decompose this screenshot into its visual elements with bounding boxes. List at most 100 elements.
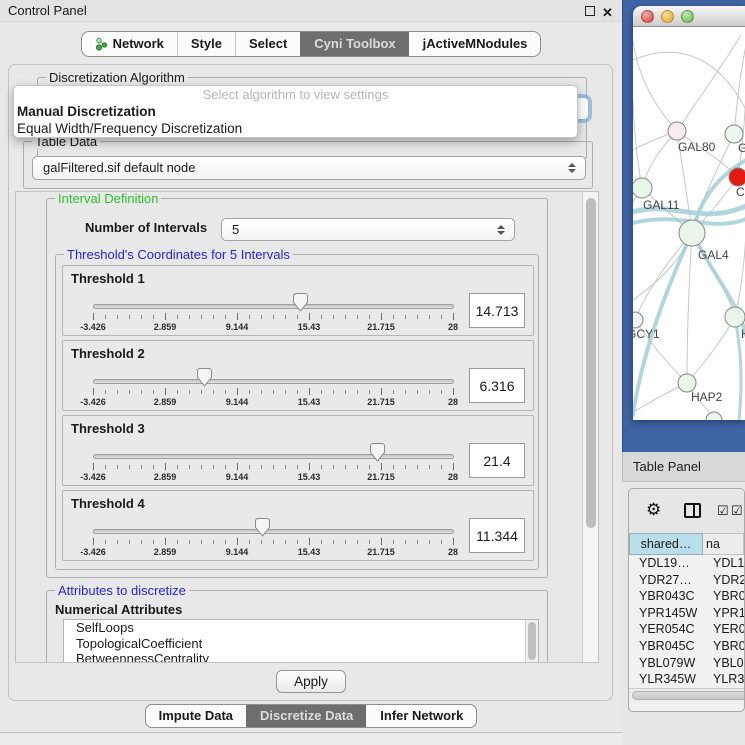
attribute-list-item[interactable]: BetweennessCentrality bbox=[64, 651, 538, 662]
table-panel-titlebar: Table Panel bbox=[622, 452, 745, 482]
slider-minor-ticks bbox=[93, 540, 455, 544]
group-title: Attributes to discretize bbox=[55, 583, 189, 598]
network-node[interactable] bbox=[633, 312, 643, 328]
slider-thumb[interactable] bbox=[370, 443, 385, 462]
slider-tick-label: 2.859 bbox=[154, 472, 177, 482]
tab-infer-network[interactable]: Infer Network bbox=[366, 705, 476, 727]
table-row[interactable]: YER054CYER0… bbox=[629, 621, 744, 638]
threshold-label: Threshold 1 bbox=[71, 271, 145, 286]
table-row[interactable]: YDR27…YDR2… bbox=[629, 572, 744, 589]
dropdown-option-manual[interactable]: Manual Discretization bbox=[14, 103, 577, 120]
table-panel-area: ⚙ ☑ ☑ shared… na YDL19…YDL1…YDR27…YDR2…Y… bbox=[622, 482, 745, 745]
network-node[interactable] bbox=[679, 220, 705, 246]
network-view-window: GAL80GACGAL11GAL4GCY1HHAP2 bbox=[633, 6, 745, 420]
attribute-list-item[interactable]: TopologicalCoefficient bbox=[64, 636, 538, 652]
column-header-name[interactable]: na bbox=[703, 533, 744, 555]
table-row[interactable]: YLR345WYLR3… bbox=[629, 671, 744, 688]
close-icon[interactable]: ✕ bbox=[602, 2, 613, 24]
group-title: Discretization Algorithm bbox=[46, 70, 188, 85]
tab-jactivemnodules[interactable]: jActiveMNodules bbox=[409, 32, 541, 56]
table-row[interactable]: YDL19…YDL1… bbox=[629, 555, 744, 572]
slider-major-tick bbox=[381, 388, 382, 395]
tab-label: jActiveMNodules bbox=[423, 32, 528, 56]
slider-track[interactable] bbox=[93, 379, 454, 384]
table-row[interactable]: YBL079WYBL0… bbox=[629, 655, 744, 672]
column-header-shared-name[interactable]: shared… bbox=[629, 533, 703, 555]
threshold-value-field[interactable]: 11.344 bbox=[469, 518, 525, 553]
threshold-label: Threshold 2 bbox=[71, 346, 145, 361]
slider-thumb[interactable] bbox=[197, 368, 212, 387]
network-canvas[interactable]: GAL80GACGAL11GAL4GCY1HHAP2 bbox=[633, 27, 745, 420]
attribute-list-item[interactable]: SelfLoops bbox=[64, 620, 538, 636]
table-toolbar: ⚙ ☑ ☑ bbox=[629, 489, 744, 533]
group-title: Threshold's Coordinates for 5 Intervals bbox=[64, 247, 293, 262]
cell-name: YBR0… bbox=[703, 588, 744, 605]
slider-tick-label: 9.144 bbox=[226, 322, 249, 332]
table-row[interactable]: YPR145WYPR1… bbox=[629, 605, 744, 622]
slider-track[interactable] bbox=[93, 304, 454, 309]
slider-track[interactable] bbox=[93, 529, 454, 534]
interval-definition-group: Interval Definition Number of Intervals … bbox=[46, 198, 548, 578]
tab-network[interactable]: Network bbox=[82, 32, 177, 56]
threshold-value-field[interactable]: 6.316 bbox=[469, 368, 525, 403]
scrollbar-thumb[interactable] bbox=[632, 691, 745, 700]
slider-thumb[interactable] bbox=[255, 518, 270, 537]
slider-major-tick bbox=[453, 388, 454, 395]
dropdown-option-equal-width[interactable]: Equal Width/Frequency Discretization bbox=[14, 120, 577, 137]
tab-label: Cyni Toolbox bbox=[314, 32, 395, 56]
slider-tick-label: 21.715 bbox=[367, 322, 395, 332]
cell-shared-name: YBR043C bbox=[629, 588, 703, 605]
scrollbar-thumb[interactable] bbox=[528, 622, 536, 660]
minimize-traffic-light-icon[interactable] bbox=[661, 10, 674, 23]
columns-icon[interactable] bbox=[684, 503, 701, 518]
horizontal-scrollbar[interactable] bbox=[629, 688, 744, 702]
thresholds-group: Threshold's Coordinates for 5 Intervals … bbox=[55, 254, 539, 570]
threshold-value-field[interactable]: 14.713 bbox=[469, 293, 525, 328]
network-node[interactable] bbox=[633, 178, 652, 198]
desktop-background: GAL80GACGAL11GAL4GCY1HHAP2 bbox=[622, 0, 745, 452]
scrollbar-thumb[interactable] bbox=[586, 198, 596, 528]
slider-major-tick bbox=[381, 313, 382, 320]
network-node[interactable] bbox=[725, 307, 745, 327]
tab-label: Network bbox=[113, 32, 164, 56]
zoom-traffic-light-icon[interactable] bbox=[681, 10, 694, 23]
apply-button[interactable]: Apply bbox=[276, 670, 346, 693]
numerical-attributes-label: Numerical Attributes bbox=[55, 602, 182, 617]
number-of-intervals-combobox[interactable]: 5 bbox=[221, 218, 515, 241]
network-node-label: GAL4 bbox=[698, 248, 729, 262]
float-window-icon[interactable] bbox=[585, 6, 595, 16]
cell-name: YLR3… bbox=[703, 671, 744, 688]
cell-shared-name: YDR27… bbox=[629, 572, 703, 589]
cell-name: YBR0… bbox=[703, 638, 744, 655]
network-node[interactable] bbox=[729, 168, 745, 186]
slider-major-tick bbox=[381, 463, 382, 470]
slider-tick-label: 28 bbox=[448, 397, 458, 407]
threshold-value-field[interactable]: 21.4 bbox=[469, 443, 525, 478]
close-traffic-light-icon[interactable] bbox=[641, 10, 654, 23]
attributes-list-scrollbar[interactable] bbox=[525, 620, 538, 662]
network-node[interactable] bbox=[706, 412, 722, 420]
slider-thumb[interactable] bbox=[293, 293, 308, 312]
attributes-to-discretize-group: Attributes to discretize Numerical Attri… bbox=[46, 590, 548, 662]
table-row[interactable]: YBR043CYBR0… bbox=[629, 588, 744, 605]
group-title: Interval Definition bbox=[55, 192, 161, 206]
slider-major-tick bbox=[237, 388, 238, 395]
tab-discretize-data[interactable]: Discretize Data bbox=[246, 705, 366, 727]
slider-track[interactable] bbox=[93, 454, 454, 459]
network-node[interactable] bbox=[668, 122, 686, 140]
gear-icon[interactable]: ⚙ bbox=[646, 500, 661, 520]
tab-impute-data[interactable]: Impute Data bbox=[146, 705, 246, 727]
tab-select[interactable]: Select bbox=[235, 32, 300, 56]
tab-style[interactable]: Style bbox=[177, 32, 235, 56]
slider-minor-ticks bbox=[93, 315, 455, 319]
threshold-row: Threshold 2-3.4262.8599.14415.4321.71528… bbox=[62, 340, 534, 411]
checkbox-icon[interactable]: ☑ bbox=[717, 503, 729, 519]
network-graph[interactable]: GAL80GACGAL11GAL4GCY1HHAP2 bbox=[633, 27, 745, 420]
tab-cyni-toolbox[interactable]: Cyni Toolbox bbox=[300, 32, 408, 56]
checkbox-icon[interactable]: ☑ bbox=[731, 503, 743, 519]
combobox-spinner-icon bbox=[497, 225, 505, 235]
vertical-scrollbar[interactable] bbox=[582, 192, 598, 662]
table-row[interactable]: YBR045CYBR0… bbox=[629, 638, 744, 655]
table-data-combobox[interactable]: galFiltered.sif default node bbox=[32, 156, 586, 180]
table-rows: YDL19…YDL1…YDR27…YDR2…YBR043CYBR0…YPR145… bbox=[629, 555, 744, 688]
